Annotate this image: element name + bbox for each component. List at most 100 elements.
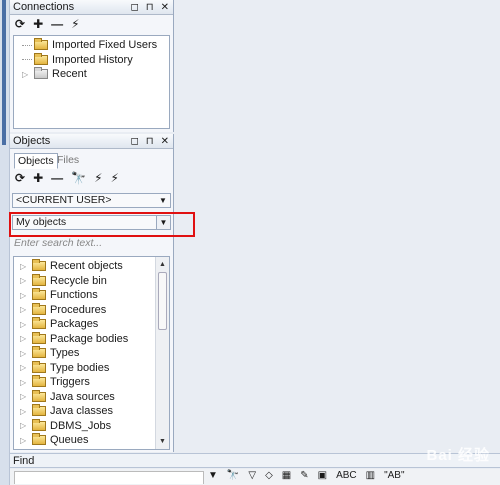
restore-icon[interactable]: ◻ [130, 134, 138, 149]
connect-icon[interactable]: ⚡ [71, 17, 79, 31]
refresh-icon[interactable]: ⟳ [15, 171, 25, 185]
scrollbar-thumb[interactable] [158, 272, 167, 330]
expand-icon[interactable]: ▷ [20, 421, 32, 430]
expand-icon[interactable]: ▷ [20, 436, 32, 445]
objects-toolbar: ⟳ ✚ — 🔭 ⚡ ⚡ [10, 169, 173, 187]
scroll-up-icon[interactable]: ▲ [156, 259, 169, 271]
folder-icon [32, 375, 46, 388]
tree-item[interactable]: ▷ Functions [20, 288, 169, 303]
expand-icon[interactable]: ▷ [20, 291, 32, 300]
tree-item-label: Java sources [50, 390, 115, 403]
find-previous-icon[interactable]: ◇ [265, 470, 273, 481]
pin-icon[interactable]: ⊓ [146, 134, 154, 149]
objects-tabs: Objects Files [10, 149, 173, 169]
remove-icon[interactable]: — [51, 171, 63, 185]
find-next-icon[interactable]: ▽ [248, 470, 256, 481]
find-icon[interactable]: 🔭 [227, 470, 239, 481]
folder-icon [32, 288, 46, 301]
expand-icon[interactable]: ▷ [20, 363, 32, 372]
connect-icon[interactable]: ⚡ [111, 171, 119, 185]
dock-selection-indicator [2, 0, 6, 145]
connections-title: Connections [13, 1, 75, 13]
whole-word-icon[interactable]: ▥ [366, 470, 375, 481]
match-case-icon[interactable]: ABC [336, 470, 357, 481]
remove-icon[interactable]: — [51, 17, 63, 31]
folder-icon [32, 317, 46, 330]
pin-icon[interactable]: ⊓ [146, 0, 154, 15]
tree-item[interactable]: ▷ Type bodies [20, 360, 169, 376]
restore-icon[interactable]: ◻ [130, 0, 138, 15]
side-dock-strip [0, 0, 10, 485]
connections-toolbar: ⟳ ✚ — ⚡ [10, 15, 173, 33]
tree-item[interactable]: ▷ DBMS_Jobs [20, 418, 169, 434]
tree-item-imported-history[interactable]: Imported History [22, 52, 169, 68]
objects-pane: Objects ◻ ⊓ ✕ Objects Files ⟳ ✚ — 🔭 ⚡ ⚡ … [10, 134, 174, 452]
tree-item-label: Packages [50, 318, 99, 331]
tree-item-label: Triggers [50, 376, 90, 389]
watermark: Bai 经验 [426, 447, 490, 464]
expand-icon[interactable]: ▷ [20, 392, 32, 401]
tree-item-label: Procedures [50, 303, 107, 316]
refresh-icon[interactable]: ⟳ [15, 17, 25, 31]
tab-files[interactable]: Files [54, 153, 82, 169]
folder-icon [32, 404, 46, 417]
edit-icon[interactable]: ✎ [300, 470, 308, 481]
selection-icon[interactable]: ▣ [318, 470, 327, 481]
close-icon[interactable]: ✕ [161, 134, 169, 149]
user-combo[interactable]: <CURRENT USER> ▼ [12, 193, 171, 208]
search-input[interactable]: Enter search text... [12, 236, 174, 252]
tree-item[interactable]: ▷ Types [20, 346, 169, 361]
objects-tree-rows: ▷ Recent objects ▷ Recycle bin ▷ Functions ▷ Pr… [20, 259, 169, 448]
find-input[interactable] [14, 471, 204, 484]
highlight-icon[interactable]: ▦ [282, 470, 291, 481]
find-toolbar: ▼ 🔭 ▽ ◇ ▦ ✎ ▣ ABC ▥ "AB" [10, 469, 500, 485]
tree-connector [22, 59, 32, 61]
tree-item[interactable]: ▷ Packages [20, 317, 169, 332]
folder-icon [32, 302, 46, 315]
folder-icon [32, 346, 46, 359]
tree-item-imported-fixed-users[interactable]: Imported Fixed Users [22, 38, 169, 53]
dropdown-icon[interactable]: ▼ [208, 470, 218, 481]
add-icon[interactable]: ✚ [33, 17, 43, 31]
folder-icon [32, 418, 46, 431]
expand-icon[interactable]: ▷ [20, 262, 32, 271]
tree-item-label: Java classes [50, 405, 113, 418]
expand-icon[interactable]: ▷ [20, 305, 32, 314]
scroll-down-icon[interactable]: ▼ [156, 436, 169, 448]
tree-item-label: Recent objects [50, 260, 123, 273]
tree-item[interactable]: ▷ Procedures [20, 302, 169, 318]
tree-item[interactable]: ▷ Java classes [20, 404, 169, 419]
folder-icon [32, 273, 46, 286]
tree-item-recent[interactable]: ▷ Recent [22, 67, 169, 82]
tree-item[interactable]: ▷ Triggers [20, 375, 169, 390]
filter-icon[interactable]: ⚡ [94, 171, 102, 185]
folder-icon [34, 67, 48, 80]
expand-icon[interactable]: ▷ [20, 334, 32, 343]
tree-item[interactable]: ▷ Queues [20, 433, 169, 448]
find-icon[interactable]: 🔭 [71, 171, 86, 185]
folder-icon [34, 52, 48, 65]
expand-icon[interactable]: ▷ [20, 407, 32, 416]
expand-icon[interactable]: ▷ [20, 276, 32, 285]
tab-objects[interactable]: Objects [14, 153, 58, 169]
chevron-down-icon[interactable]: ▼ [156, 194, 170, 207]
quoted-text-icon[interactable]: "AB" [384, 470, 404, 481]
connections-header: Connections ◻ ⊓ ✕ [10, 0, 173, 15]
user-combo-value: <CURRENT USER> [16, 194, 112, 206]
expand-icon[interactable]: ▷ [20, 320, 32, 329]
close-icon[interactable]: ✕ [161, 0, 169, 15]
add-icon[interactable]: ✚ [33, 171, 43, 185]
tree-item[interactable]: ▷ Java sources [20, 389, 169, 405]
tree-item-label: Functions [50, 289, 98, 302]
folder-icon [32, 259, 46, 272]
tree-item[interactable]: ▷ Package bodies [20, 331, 169, 347]
expand-icon[interactable]: ▷ [20, 349, 32, 358]
tree-item-label: Recent [52, 68, 87, 81]
tree-item[interactable]: ▷ Recent objects [20, 259, 169, 274]
vertical-scrollbar[interactable]: ▲ ▼ [155, 257, 169, 449]
tree-item[interactable]: ▷ Recycle bin [20, 273, 169, 289]
objects-tree: ▷ Recent objects ▷ Recycle bin ▷ Functions ▷ Pr… [13, 256, 170, 450]
tree-item-label: Recycle bin [50, 274, 107, 287]
expand-icon[interactable]: ▷ [22, 70, 34, 79]
expand-icon[interactable]: ▷ [20, 378, 32, 387]
